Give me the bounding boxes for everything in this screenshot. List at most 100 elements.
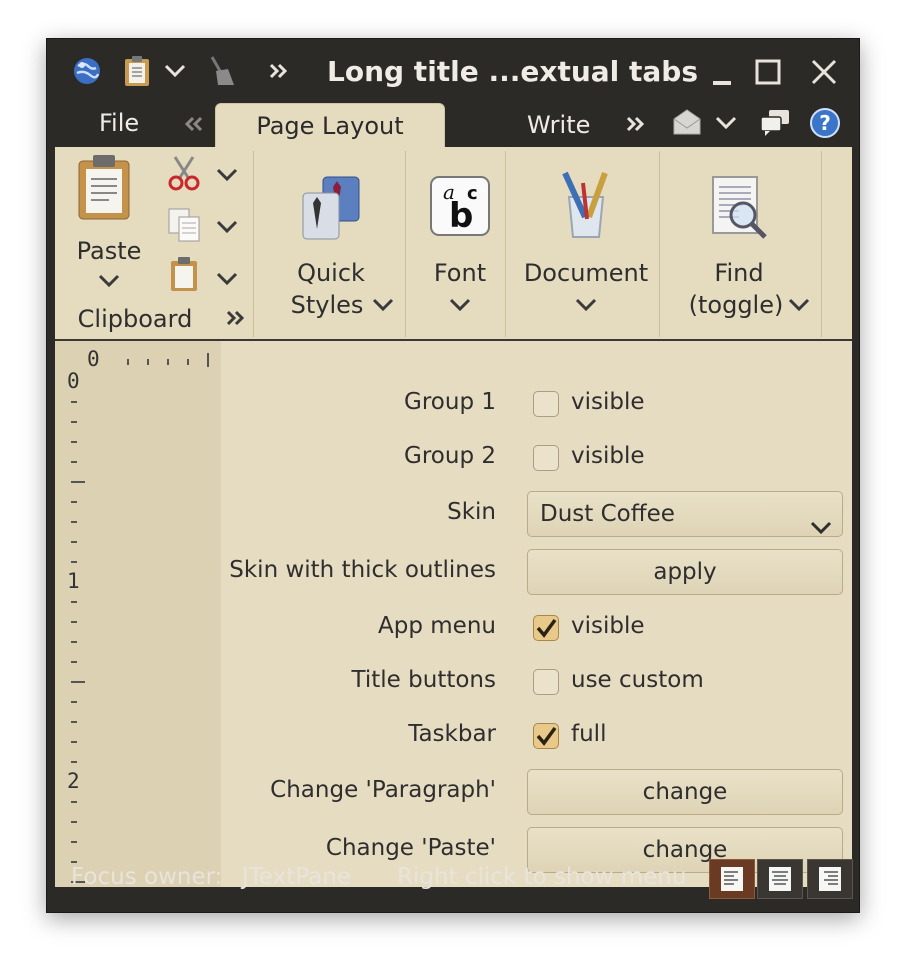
ruler-number: 2 (67, 769, 80, 793)
ruler-top-zero: 0 (87, 347, 100, 371)
double-chevron-right-icon[interactable] (625, 115, 647, 137)
ruler-number: 1 (67, 569, 80, 593)
align-right-button[interactable] (807, 859, 853, 899)
taskbar-checkbox-label[interactable]: full (571, 721, 606, 747)
checkmark-icon (536, 618, 557, 638)
group2-checkbox-label[interactable]: visible (571, 443, 645, 469)
paste-button-label[interactable]: Paste (69, 235, 149, 267)
document-label[interactable]: Document (521, 257, 651, 289)
align-right-icon (819, 867, 841, 891)
band-separator (821, 151, 822, 337)
align-center-button[interactable] (757, 859, 803, 899)
ruler-tick (71, 481, 85, 483)
ruler-tick (71, 821, 77, 823)
group1-checkbox-label[interactable]: visible (571, 389, 645, 415)
band-expand-icon[interactable] (225, 309, 247, 331)
taskbar-checkbox[interactable] (533, 723, 559, 749)
ruler-tick (71, 541, 77, 543)
chevron-down-icon[interactable] (215, 271, 239, 291)
find-label[interactable]: Find (689, 257, 789, 289)
envelope-icon[interactable] (671, 107, 703, 141)
svg-text:b: b (449, 196, 473, 236)
chevron-down-icon[interactable] (371, 297, 395, 317)
align-left-icon (721, 867, 743, 891)
font-icon[interactable]: acb (429, 175, 491, 241)
tab-page-layout[interactable]: Page Layout (215, 103, 445, 147)
chevron-down-icon[interactable] (97, 273, 121, 293)
ruler-tick (71, 421, 77, 423)
chevron-down-icon[interactable] (215, 219, 239, 239)
chevron-down-icon[interactable] (715, 115, 737, 134)
ruler-tick (71, 441, 77, 443)
ruler-tick (71, 461, 77, 463)
clipboard-icon[interactable] (121, 55, 153, 87)
ruler-tick (71, 661, 77, 663)
ruler-tick (71, 501, 77, 503)
help-icon[interactable]: ? (809, 107, 841, 143)
change-paragraph-label: Change 'Paragraph' (270, 777, 496, 803)
chat-bubbles-icon[interactable] (759, 107, 791, 141)
chevron-down-icon[interactable] (787, 297, 811, 317)
clipboard-band-title: Clipboard (77, 305, 193, 333)
minimize-icon[interactable] (705, 55, 739, 89)
tab-write[interactable]: Write (527, 111, 590, 139)
paste-special-icon[interactable] (169, 257, 199, 297)
ruler-tick (71, 761, 77, 763)
ruler-tick (71, 641, 77, 643)
close-icon[interactable] (807, 55, 841, 89)
ruler-tick (71, 621, 77, 623)
content-area: 0 0 1 2 Group 1 visible Group 2 visible … (55, 341, 852, 887)
skin-label: Skin (447, 499, 496, 525)
quick-styles-icon[interactable] (299, 175, 365, 245)
app-menu-checkbox-label[interactable]: visible (571, 613, 645, 639)
ruler-tick (71, 701, 77, 703)
focus-owner-value: JTextPane (242, 864, 351, 890)
globe-icon[interactable] (71, 55, 103, 87)
ruler-tick (71, 681, 85, 683)
ruler-tick (71, 801, 77, 803)
group1-label: Group 1 (404, 389, 496, 415)
maximize-icon[interactable] (751, 55, 785, 89)
ruler-tick (71, 561, 77, 563)
band-separator (253, 151, 254, 337)
ruler-tick (187, 359, 189, 365)
checkmark-icon (536, 726, 557, 746)
taskbar-label: Taskbar (408, 721, 496, 747)
title-buttons-checkbox-label[interactable]: use custom (571, 667, 704, 693)
chevron-down-icon[interactable] (448, 297, 472, 317)
double-chevron-right-icon[interactable] (263, 55, 295, 87)
group2-label: Group 2 (404, 443, 496, 469)
document-icon[interactable] (555, 169, 617, 245)
ruler-tick (71, 741, 77, 743)
align-center-icon (769, 867, 791, 891)
group1-checkbox[interactable] (533, 391, 559, 417)
app-menu-label: App menu (378, 613, 496, 639)
chevron-down-icon[interactable] (159, 55, 191, 87)
chevron-down-icon[interactable] (574, 297, 598, 317)
title-buttons-checkbox[interactable] (533, 669, 559, 695)
change-paragraph-button[interactable]: change (527, 769, 843, 815)
chevron-down-icon (810, 506, 832, 550)
double-chevron-left-icon[interactable] (183, 115, 205, 137)
align-left-button[interactable] (709, 859, 755, 899)
paste-icon[interactable] (77, 155, 133, 225)
find-label-2[interactable]: (toggle) (681, 289, 791, 321)
quick-styles-label[interactable]: Quick (281, 257, 381, 289)
scissors-icon[interactable] (167, 155, 201, 195)
app-menu-checkbox[interactable] (533, 615, 559, 641)
group2-checkbox[interactable] (533, 445, 559, 471)
focus-owner-label: Focus owner: (71, 864, 223, 890)
vertical-ruler: 0 0 1 2 (55, 341, 221, 887)
skin-combobox[interactable]: Dust Coffee (527, 491, 843, 537)
chevron-down-icon[interactable] (215, 167, 239, 187)
ruler-tick (71, 721, 77, 723)
apply-button[interactable]: apply (527, 549, 843, 595)
copy-icon[interactable] (167, 207, 201, 247)
find-icon[interactable] (709, 175, 771, 247)
font-label[interactable]: Font (415, 257, 505, 289)
ruler-tick (71, 521, 77, 523)
broom-icon[interactable] (205, 55, 237, 87)
application-window: Long title ...extual tabs File Page Layo… (46, 38, 860, 913)
tab-file[interactable]: File (99, 109, 139, 137)
quick-styles-label-2[interactable]: Styles (277, 289, 377, 321)
